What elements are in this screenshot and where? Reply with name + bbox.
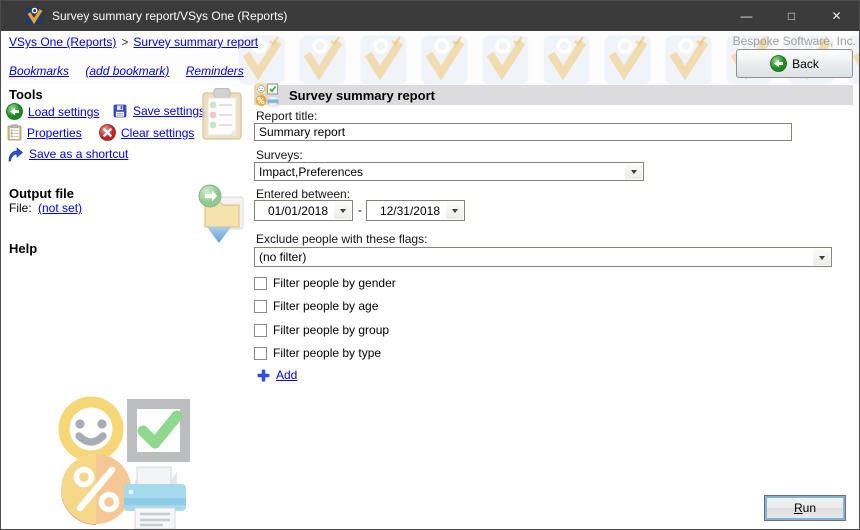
tools-section-title: Tools: [9, 87, 43, 102]
report-title-input[interactable]: [254, 123, 792, 141]
add-bookmark-link[interactable]: (add bookmark): [85, 64, 169, 78]
filter-age-row: Filter people by age: [254, 299, 378, 313]
help-section-title: Help: [9, 241, 38, 256]
title-bar: Survey summary report/VSys One (Reports)…: [1, 1, 859, 31]
clear-settings-label: Clear settings: [121, 125, 195, 140]
load-settings-button[interactable]: Load settings: [6, 103, 99, 120]
close-button[interactable]: ✕: [814, 1, 859, 31]
vsys-logo-tile-icon: [665, 35, 712, 85]
save-settings-icon: [113, 104, 127, 118]
filter-group-checkbox[interactable]: [254, 323, 267, 337]
save-shortcut-label: Save as a shortcut: [29, 147, 129, 161]
vsys-logo-tile-icon: [360, 35, 407, 85]
exclude-flags-dropdown[interactable]: (no filter): [254, 247, 832, 267]
exclude-flags-arrow-icon[interactable]: [813, 249, 830, 265]
quick-links: Bookmarks (add bookmark) Reminders: [9, 64, 257, 78]
file-not-set-link[interactable]: (not set): [38, 201, 82, 215]
app-window: Survey summary report/VSys One (Reports)…: [0, 0, 860, 530]
filter-gender-checkbox[interactable]: [254, 276, 267, 290]
properties-icon: [7, 124, 22, 141]
date-from-value: 01/01/2018: [267, 203, 328, 218]
properties-button[interactable]: Properties: [7, 124, 82, 141]
filter-age-label: Filter people by age: [273, 299, 379, 313]
filter-type-row: Filter people by type: [254, 346, 381, 360]
surveys-dropdown-arrow-icon[interactable]: [625, 164, 642, 179]
load-settings-label: Load settings: [28, 104, 100, 119]
exclude-flags-value: (no filter): [259, 250, 307, 264]
maximize-button[interactable]: □: [769, 1, 814, 31]
surveys-label: Surveys:: [256, 148, 303, 162]
date-from-picker[interactable]: 01/01/2018: [254, 200, 353, 221]
date-from-arrow-icon[interactable]: [334, 202, 351, 219]
company-name: Bespoke Software, Inc.: [732, 34, 856, 48]
date-range-separator: -: [358, 203, 362, 217]
back-arrow-icon: [770, 55, 788, 72]
load-settings-icon: [6, 103, 23, 120]
vsys-logo-tile-icon: [604, 35, 651, 85]
date-to-picker[interactable]: 12/31/2018: [366, 200, 465, 221]
exclude-flags-label: Exclude people with these flags:: [256, 232, 428, 246]
output-file-row: File: (not set): [9, 201, 82, 215]
filter-group-label: Filter people by group: [273, 323, 390, 337]
date-to-value: 12/31/2018: [379, 203, 440, 218]
header-strip: VSys One (Reports) > Survey summary report…: [1, 31, 859, 86]
filter-type-checkbox[interactable]: [254, 346, 267, 360]
run-button[interactable]: Run: [764, 495, 846, 521]
save-settings-button[interactable]: Save settings: [112, 103, 205, 119]
clear-settings-button[interactable]: Clear settings: [99, 124, 194, 141]
properties-label: Properties: [27, 125, 82, 140]
shortcut-arrow-icon: [8, 147, 24, 162]
minimize-button[interactable]: —: [724, 1, 769, 31]
reminders-link[interactable]: Reminders: [186, 64, 244, 78]
form-header-bar: Survey summary report: [254, 83, 853, 107]
app-logo-icon: [26, 7, 43, 25]
form-title: Survey summary report: [289, 87, 435, 103]
bookmarks-link[interactable]: Bookmarks: [9, 64, 69, 78]
report-mini-icon: [255, 83, 279, 107]
output-file-section-title: Output file: [9, 186, 74, 201]
back-button-label: Back: [792, 56, 819, 71]
filter-age-checkbox[interactable]: [254, 299, 267, 313]
window-title: Survey summary report/VSys One (Reports): [52, 9, 288, 23]
breadcrumb-separator: >: [121, 35, 129, 49]
plus-icon: [257, 369, 270, 381]
back-button[interactable]: Back: [736, 49, 853, 78]
breadcrumb: VSys One (Reports) > Survey summary report: [9, 35, 258, 49]
filter-type-label: Filter people by type: [273, 346, 382, 360]
vsys-logo-tile-icon: [421, 35, 468, 85]
vsys-logo-tile-icon: [543, 35, 590, 85]
entered-between-label: Entered between:: [256, 187, 351, 201]
clear-settings-icon: [99, 124, 116, 141]
add-link[interactable]: Add: [276, 368, 297, 382]
file-label: File:: [9, 201, 32, 215]
breadcrumb-link-home[interactable]: VSys One (Reports): [9, 35, 116, 49]
report-illustration: [58, 396, 190, 529]
surveys-dropdown-value: Impact,Preferences: [259, 164, 364, 179]
add-filter-control[interactable]: Add: [257, 368, 297, 382]
surveys-dropdown[interactable]: Impact,Preferences: [254, 162, 644, 181]
report-title-label: Report title:: [256, 109, 318, 123]
vsys-logo-tile-icon: [482, 35, 529, 85]
filter-group-row: Filter people by group: [254, 323, 389, 337]
clipboard-watermark-icon: [202, 88, 242, 140]
filter-gender-label: Filter people by gender: [273, 276, 396, 290]
vsys-logo-tile-icon: [299, 35, 346, 85]
save-shortcut-button[interactable]: Save as a shortcut: [6, 145, 128, 163]
filter-gender-row: Filter people by gender: [254, 276, 396, 290]
date-to-arrow-icon[interactable]: [446, 202, 463, 219]
breadcrumb-link-current[interactable]: Survey summary report: [133, 35, 258, 49]
save-settings-label: Save settings: [133, 104, 206, 118]
triangle-watermark-icon: [207, 227, 231, 243]
